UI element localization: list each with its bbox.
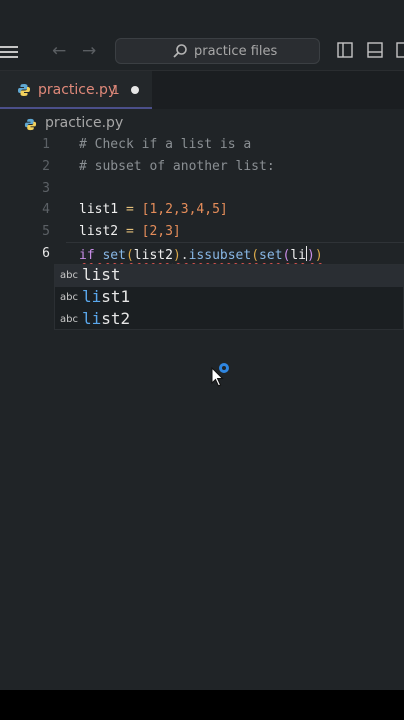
problem-count-badge: 1 bbox=[112, 83, 120, 97]
toggle-secondary-sidebar-icon[interactable] bbox=[396, 42, 404, 58]
code-line-6: if set(list2).issubset(set(li)) bbox=[79, 246, 323, 263]
text-kind-icon: abc bbox=[60, 270, 78, 281]
tab-bar: practice.py 1 bbox=[0, 71, 404, 109]
unsaved-dot-icon[interactable] bbox=[131, 86, 139, 94]
line-number: 1 bbox=[42, 137, 50, 152]
search-placeholder: practice files bbox=[194, 44, 278, 59]
python-icon bbox=[24, 118, 37, 131]
suggestion-item-list2[interactable]: abc list2 bbox=[55, 309, 403, 331]
suggestion-label: list2 bbox=[82, 309, 131, 328]
line-number: 4 bbox=[42, 202, 50, 217]
breadcrumb[interactable]: practice.py bbox=[45, 115, 123, 131]
code-line-5: list2 = [2,3] bbox=[79, 224, 181, 239]
title-bar: ← → practice files bbox=[0, 0, 404, 71]
loading-spinner-icon bbox=[219, 363, 229, 373]
tab-label: practice.py bbox=[38, 82, 117, 98]
menu-icon[interactable] bbox=[0, 46, 18, 58]
text-kind-icon: abc bbox=[60, 292, 78, 303]
code-line-2: # subset of another list: bbox=[79, 159, 275, 174]
code-line-4: list1 = [1,2,3,4,5] bbox=[79, 202, 228, 217]
forward-arrow-icon[interactable]: → bbox=[82, 41, 96, 61]
python-icon bbox=[18, 84, 30, 96]
toggle-panel-icon[interactable] bbox=[367, 42, 383, 58]
line-number: 3 bbox=[42, 181, 50, 196]
suggestion-item-list[interactable]: abc list bbox=[55, 265, 403, 287]
suggestion-label: list bbox=[82, 265, 121, 284]
line-number: 5 bbox=[42, 224, 50, 239]
code-line-1: # Check if a list is a bbox=[79, 137, 252, 152]
line-number: 2 bbox=[42, 159, 50, 174]
tab-practice-py[interactable]: practice.py 1 bbox=[0, 71, 152, 109]
autocomplete-popup: abc list abc list1 abc list2 bbox=[54, 264, 404, 330]
code-editor[interactable]: practice.py 1 2 3 4 5 6 # Check if a lis… bbox=[0, 109, 404, 690]
text-kind-icon: abc bbox=[60, 314, 78, 325]
suggestion-item-list1[interactable]: abc list1 bbox=[55, 287, 403, 309]
back-arrow-icon[interactable]: ← bbox=[52, 41, 66, 61]
suggestion-label: list1 bbox=[82, 287, 131, 306]
line-number-active: 6 bbox=[42, 246, 50, 261]
command-center-search[interactable]: practice files bbox=[115, 38, 320, 64]
toggle-sidebar-icon[interactable] bbox=[337, 42, 353, 58]
search-icon bbox=[173, 44, 187, 58]
